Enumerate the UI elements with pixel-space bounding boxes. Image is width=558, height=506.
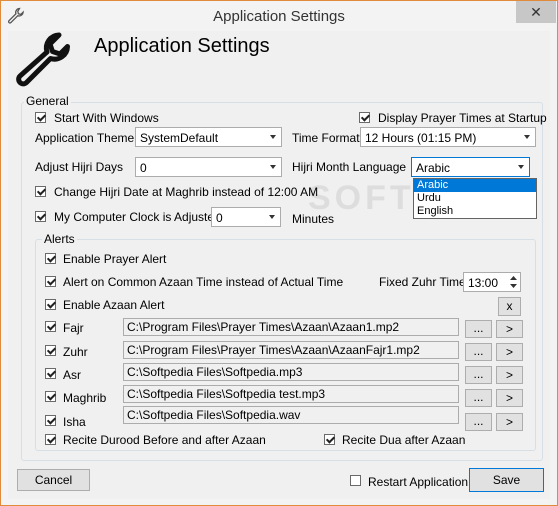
fajr-path-field[interactable]: C:\Program Files\Prayer Times\Azaan\Azaa… [123, 318, 459, 336]
enable-prayer-alert-label: Enable Prayer Alert [63, 252, 167, 266]
chevron-down-icon[interactable] [265, 158, 281, 176]
hijri-month-language-value: Arabic [416, 161, 451, 175]
chevron-down-icon[interactable] [264, 208, 280, 226]
adjust-hijri-days-label: Adjust Hijri Days [35, 160, 124, 174]
adjust-hijri-days-combo[interactable]: 0 [135, 157, 282, 177]
fixed-zuhr-time-spinner[interactable]: 13:00 [463, 272, 521, 292]
general-group-label: General [24, 94, 71, 108]
page-title: Application Settings [94, 35, 270, 57]
chevron-down-icon[interactable] [265, 128, 281, 146]
dropdown-option-arabic[interactable]: Arabic [414, 179, 536, 192]
client-area: Application Settings SOFTPEDIA General S… [8, 31, 550, 499]
isha-label: Isha [63, 415, 86, 429]
application-theme-combo[interactable]: SystemDefault [135, 127, 282, 147]
close-button[interactable]: ✕ [516, 1, 556, 23]
hijri-month-language-label: Hijri Month Language [292, 160, 407, 174]
maghrib-browse-button[interactable]: ... [465, 389, 492, 407]
time-format-value: 12 Hours (01:15 PM) [365, 131, 477, 145]
restart-application-label: Restart Application [368, 475, 469, 489]
wrench-icon [16, 32, 70, 87]
common-azaan-time-checkbox[interactable] [45, 276, 56, 287]
time-format-label: Time Format [292, 131, 360, 145]
clock-adjust-combo[interactable]: 0 [211, 207, 281, 227]
zuhr-label: Zuhr [63, 345, 88, 359]
maghrib-play-button[interactable]: > [496, 389, 523, 407]
fajr-play-button[interactable]: > [496, 320, 523, 338]
dropdown-option-english[interactable]: English [414, 205, 536, 218]
clear-button[interactable]: x [498, 297, 521, 316]
title-bar: Application Settings ✕ [1, 1, 557, 31]
zuhr-checkbox[interactable] [45, 345, 56, 356]
start-with-windows-label: Start With Windows [54, 111, 159, 125]
start-with-windows-checkbox[interactable] [35, 112, 46, 123]
enable-azaan-alert-label: Enable Azaan Alert [63, 298, 165, 312]
computer-clock-checkbox[interactable] [35, 211, 46, 222]
maghrib-label: Maghrib [63, 391, 107, 405]
chevron-down-icon[interactable] [513, 158, 529, 176]
isha-checkbox[interactable] [45, 415, 56, 426]
settings-window: Application Settings ✕ Application Setti… [0, 0, 558, 506]
chevron-down-icon[interactable] [519, 128, 535, 146]
fixed-zuhr-time-label: Fixed Zuhr Time [379, 275, 466, 289]
asr-checkbox[interactable] [45, 368, 56, 379]
application-theme-value: SystemDefault [140, 131, 219, 145]
asr-label: Asr [63, 368, 81, 382]
zuhr-browse-button[interactable]: ... [465, 343, 492, 361]
clock-adjust-value: 0 [216, 211, 223, 225]
recite-dua-label: Recite Dua after Azaan [342, 433, 466, 447]
time-format-combo[interactable]: 12 Hours (01:15 PM) [360, 127, 536, 147]
isha-path-field[interactable]: C:\Softpedia Files\Softpedia.wav [123, 406, 459, 424]
hijri-month-language-dropdown: Arabic Urdu English [413, 178, 537, 219]
fajr-browse-button[interactable]: ... [465, 320, 492, 338]
maghrib-path-field[interactable]: C:\Softpedia Files\Softpedia test.mp3 [123, 385, 459, 403]
recite-durood-checkbox[interactable] [45, 434, 56, 445]
restart-application-checkbox[interactable] [350, 475, 361, 486]
enable-azaan-alert-checkbox[interactable] [45, 299, 56, 310]
enable-prayer-alert-checkbox[interactable] [45, 253, 56, 264]
change-hijri-date-checkbox[interactable] [35, 186, 46, 197]
spinner-arrows-icon[interactable] [508, 274, 519, 290]
cancel-button[interactable]: Cancel [17, 469, 90, 491]
computer-clock-label: My Computer Clock is Adjusted [54, 210, 221, 224]
display-prayer-times-label: Display Prayer Times at Startup [378, 111, 547, 125]
recite-durood-label: Recite Durood Before and after Azaan [63, 433, 266, 447]
fajr-label: Fajr [63, 321, 84, 335]
asr-play-button[interactable]: > [496, 366, 523, 384]
fixed-zuhr-time-value: 13:00 [468, 276, 499, 290]
asr-browse-button[interactable]: ... [465, 366, 492, 384]
hijri-month-language-combo[interactable]: Arabic [411, 157, 530, 177]
isha-play-button[interactable]: > [496, 413, 523, 431]
application-theme-label: Application Theme [35, 131, 135, 145]
zuhr-play-button[interactable]: > [496, 343, 523, 361]
display-prayer-times-checkbox[interactable] [359, 112, 370, 123]
maghrib-checkbox[interactable] [45, 391, 56, 402]
save-button[interactable]: Save [469, 468, 544, 492]
isha-browse-button[interactable]: ... [465, 413, 492, 431]
zuhr-path-field[interactable]: C:\Program Files\Prayer Times\Azaan\Azaa… [123, 341, 459, 359]
alerts-group-label: Alerts [42, 232, 77, 246]
recite-dua-checkbox[interactable] [324, 434, 335, 445]
common-azaan-time-label: Alert on Common Azaan Time instead of Ac… [63, 275, 344, 289]
window-title: Application Settings [213, 8, 345, 25]
change-hijri-date-label: Change Hijri Date at Maghrib instead of … [54, 185, 319, 199]
minutes-label: Minutes [292, 212, 335, 226]
asr-path-field[interactable]: C:\Softpedia Files\Softpedia.mp3 [123, 363, 459, 381]
adjust-hijri-days-value: 0 [140, 161, 147, 175]
fajr-checkbox[interactable] [45, 321, 56, 332]
dropdown-option-urdu[interactable]: Urdu [414, 192, 536, 205]
